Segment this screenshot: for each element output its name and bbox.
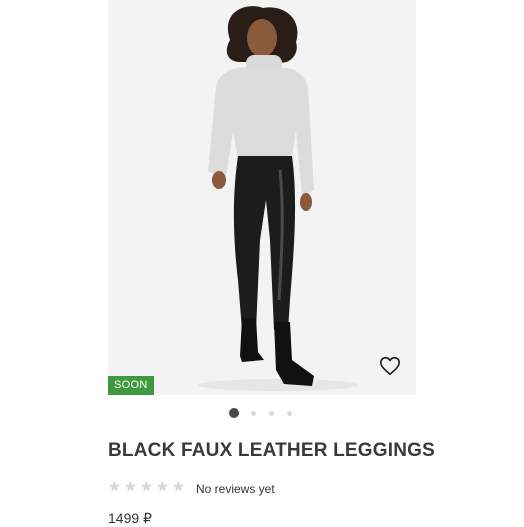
gallery-pagination [229,407,305,419]
pagination-dot[interactable] [229,408,239,418]
product-image[interactable]: SOON [108,0,416,395]
reviews-link[interactable]: No reviews yet [196,482,275,496]
product-price: 1499 ₽ [108,510,152,526]
star-icon [173,481,184,492]
heart-outline-icon [380,356,400,376]
model-figure [198,6,358,391]
star-icon [125,481,136,492]
pagination-dot[interactable] [269,410,274,416]
rating-stars[interactable] [108,480,188,493]
favorite-button[interactable] [379,355,401,377]
product-title: BLACK FAUX LEATHER LEGGINGS [108,440,435,461]
pagination-dot[interactable] [251,410,256,416]
pagination-dot[interactable] [287,410,292,416]
star-icon [109,481,120,492]
status-badge: SOON [108,376,154,395]
star-icon [157,481,168,492]
star-icon [141,481,152,492]
